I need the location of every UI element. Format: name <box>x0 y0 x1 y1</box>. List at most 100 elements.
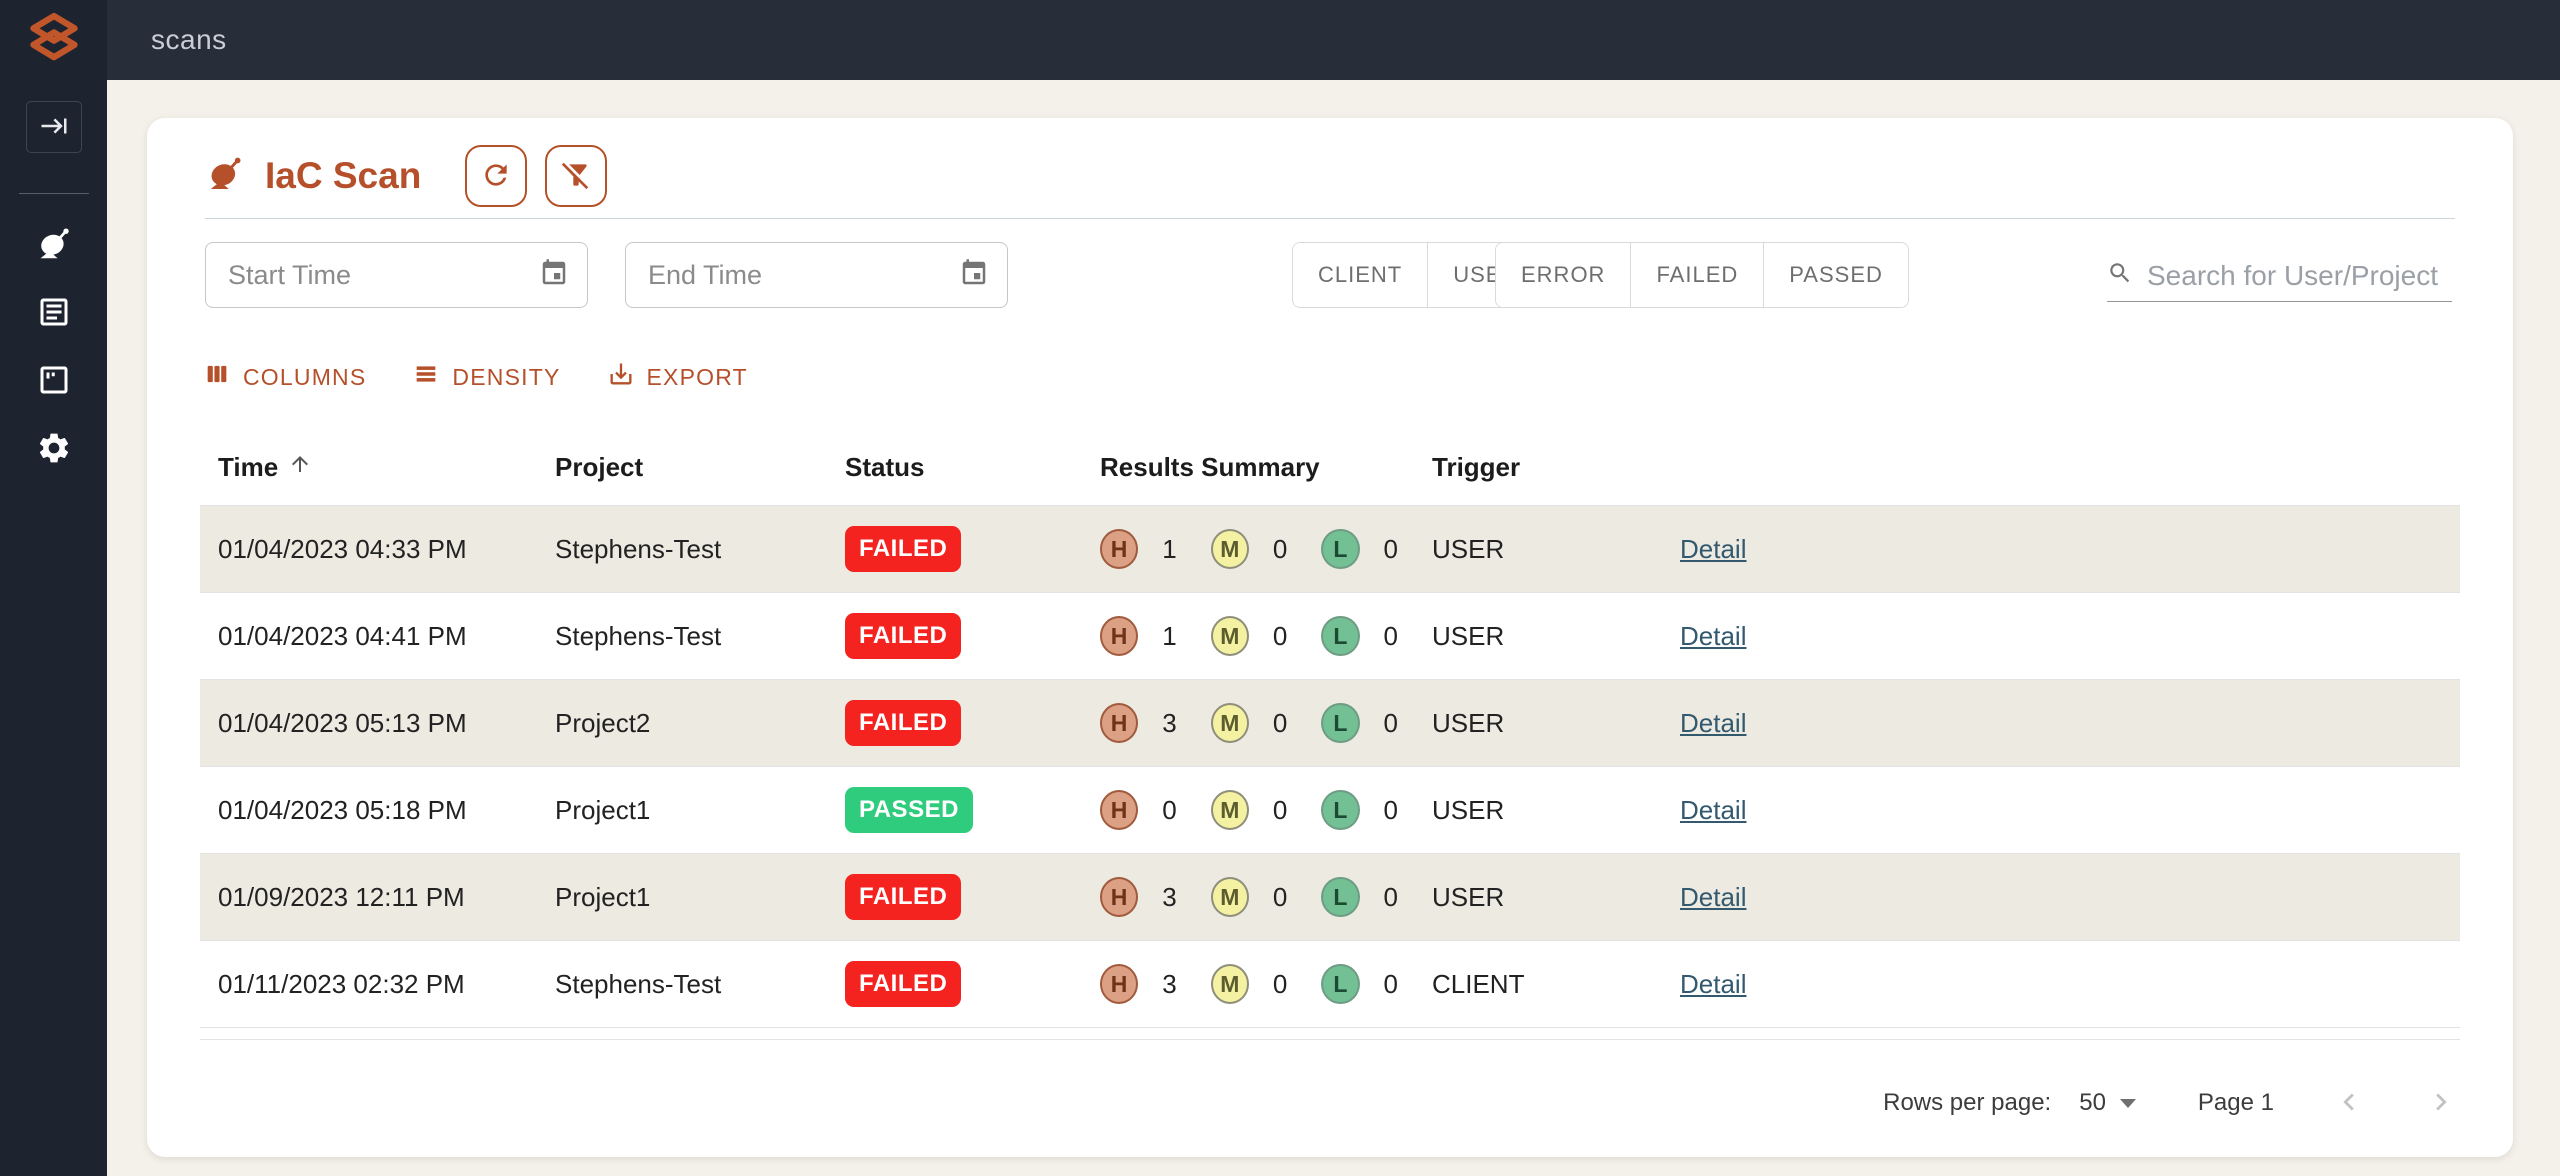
column-header-project[interactable]: Project <box>555 452 845 483</box>
page-breadcrumb: scans <box>151 24 227 56</box>
table-row[interactable]: 01/04/2023 05:18 PM Project1 PASSED H0 M… <box>200 766 2460 853</box>
detail-link[interactable]: Detail <box>1680 969 1746 999</box>
cell-trigger: CLIENT <box>1432 969 1680 1000</box>
refresh-button[interactable] <box>465 145 527 207</box>
scan-card: IaC Scan Start Time <box>147 118 2513 1157</box>
high-severity-chip: H <box>1100 703 1138 743</box>
cell-project: Stephens-Test <box>555 621 845 652</box>
cell-status: FAILED <box>845 961 1100 1007</box>
cell-results-summary: H1 M0 L0 <box>1100 616 1432 656</box>
table-row[interactable]: 01/11/2023 02:32 PM Stephens-Test FAILED… <box>200 940 2460 1027</box>
sidebar-divider <box>19 193 89 194</box>
export-label: EXPORT <box>647 364 748 391</box>
header-divider <box>205 218 2455 219</box>
low-severity-chip: L <box>1321 877 1359 917</box>
previous-page-button[interactable] <box>2332 1085 2366 1122</box>
cell-results-summary: H1 M0 L0 <box>1100 529 1432 569</box>
cell-status: FAILED <box>845 526 1100 572</box>
rows-per-page-label: Rows per page: <box>1883 1089 2051 1117</box>
cell-results-summary: H0 M0 L0 <box>1100 790 1432 830</box>
column-header-trigger[interactable]: Trigger <box>1432 452 1680 483</box>
cell-project: Project2 <box>555 708 845 739</box>
columns-label: COLUMNS <box>243 364 366 391</box>
radar-dish-icon <box>205 154 245 199</box>
toggle-client[interactable]: CLIENT <box>1293 243 1427 307</box>
detail-link[interactable]: Detail <box>1680 621 1746 651</box>
low-count: 0 <box>1384 795 1398 826</box>
content-area: IaC Scan Start Time <box>107 80 2560 1176</box>
start-time-placeholder: Start Time <box>228 260 351 291</box>
cell-trigger: USER <box>1432 882 1680 913</box>
refresh-icon <box>480 159 512 194</box>
detail-link[interactable]: Detail <box>1680 795 1746 825</box>
sidebar-item-iac-scan[interactable] <box>32 226 76 264</box>
medium-count: 0 <box>1273 795 1287 826</box>
page-title: IaC Scan <box>265 155 421 197</box>
dropdown-arrow-icon[interactable] <box>2120 1099 2136 1108</box>
detail-link[interactable]: Detail <box>1680 708 1746 738</box>
start-time-input[interactable]: Start Time <box>205 242 588 308</box>
next-page-button[interactable] <box>2424 1085 2458 1122</box>
low-count: 0 <box>1384 969 1398 1000</box>
grid-toolbar: COLUMNS DENSITY EXPORT <box>203 360 748 394</box>
cell-results-summary: H3 M0 L0 <box>1100 703 1432 743</box>
table-row[interactable]: 01/04/2023 04:41 PM Stephens-Test FAILED… <box>200 592 2460 679</box>
toggle-error[interactable]: ERROR <box>1496 243 1630 307</box>
toggle-failed[interactable]: FAILED <box>1630 243 1763 307</box>
status-badge: FAILED <box>845 613 961 659</box>
cell-project: Stephens-Test <box>555 969 845 1000</box>
status-badge: FAILED <box>845 526 961 572</box>
chevron-left-icon <box>2332 1085 2366 1122</box>
sidebar-item-settings[interactable] <box>32 430 76 468</box>
high-severity-chip: H <box>1100 616 1138 656</box>
sidebar-collapse-button[interactable] <box>26 101 82 153</box>
sidebar-item-documents[interactable] <box>32 294 76 332</box>
download-icon <box>607 360 635 394</box>
keyboard-tab-icon <box>39 111 69 144</box>
toggle-passed[interactable]: PASSED <box>1763 243 1908 307</box>
app-logo-icon[interactable] <box>25 10 83 68</box>
radar-dish-icon <box>35 225 73 266</box>
column-header-results-summary[interactable]: Results Summary <box>1100 452 1432 483</box>
cell-project: Project1 <box>555 795 845 826</box>
cell-status: FAILED <box>845 613 1100 659</box>
detail-link[interactable]: Detail <box>1680 882 1746 912</box>
medium-severity-chip: M <box>1211 790 1249 830</box>
high-count: 1 <box>1162 621 1176 652</box>
article-icon <box>36 294 72 333</box>
medium-severity-chip: M <box>1211 964 1249 1004</box>
export-button[interactable]: EXPORT <box>607 360 748 394</box>
high-count: 3 <box>1162 969 1176 1000</box>
scan-table: Time Project Status Results Summary Trig… <box>200 430 2460 1040</box>
low-severity-chip: L <box>1321 790 1359 830</box>
table-row[interactable]: 01/04/2023 04:33 PM Stephens-Test FAILED… <box>200 505 2460 592</box>
columns-button[interactable]: COLUMNS <box>203 360 366 394</box>
search-input[interactable]: Search for User/Project <box>2107 250 2452 302</box>
chevron-right-icon <box>2424 1085 2458 1122</box>
column-header-status[interactable]: Status <box>845 452 1100 483</box>
column-header-time[interactable]: Time <box>218 452 555 483</box>
columns-icon <box>203 360 231 394</box>
gear-icon <box>36 430 72 469</box>
table-row[interactable]: 01/04/2023 05:13 PM Project2 FAILED H3 M… <box>200 679 2460 766</box>
end-time-input[interactable]: End Time <box>625 242 1008 308</box>
density-button[interactable]: DENSITY <box>412 360 560 394</box>
density-icon <box>412 360 440 394</box>
table-row[interactable]: 01/09/2023 12:11 PM Project1 FAILED H3 M… <box>200 853 2460 940</box>
clear-filters-button[interactable] <box>545 145 607 207</box>
cell-time: 01/04/2023 05:18 PM <box>218 795 555 826</box>
calendar-icon[interactable] <box>539 258 569 293</box>
low-count: 0 <box>1384 882 1398 913</box>
sidebar-item-reports[interactable] <box>32 362 76 400</box>
cell-project: Stephens-Test <box>555 534 845 565</box>
cell-trigger: USER <box>1432 621 1680 652</box>
cell-results-summary: H3 M0 L0 <box>1100 877 1432 917</box>
low-severity-chip: L <box>1321 616 1359 656</box>
topbar: scans <box>107 0 2560 80</box>
high-count: 1 <box>1162 534 1176 565</box>
detail-link[interactable]: Detail <box>1680 534 1746 564</box>
calendar-icon[interactable] <box>959 258 989 293</box>
status-badge: FAILED <box>845 874 961 920</box>
low-count: 0 <box>1384 534 1398 565</box>
rows-per-page-select[interactable]: 50 <box>2079 1089 2106 1117</box>
